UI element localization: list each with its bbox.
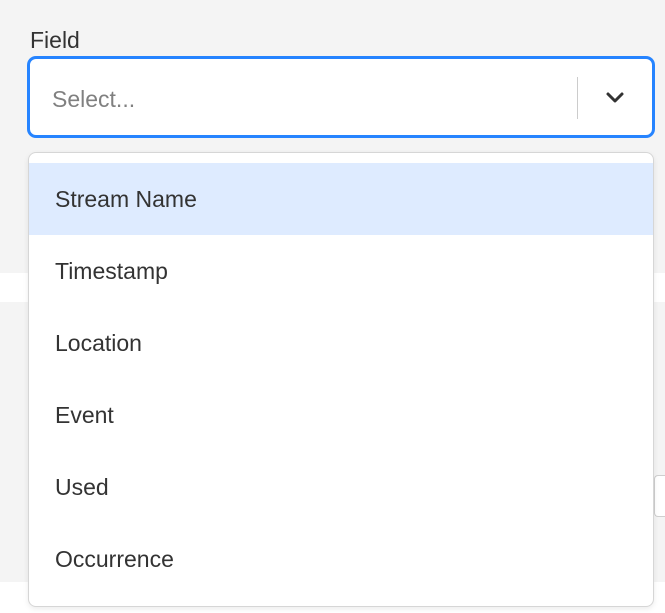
option-used[interactable]: Used [29,451,653,523]
option-timestamp[interactable]: Timestamp [29,235,653,307]
option-occurrence[interactable]: Occurrence [29,523,653,595]
field-select[interactable]: Select... [28,57,654,137]
option-location[interactable]: Location [29,307,653,379]
select-placeholder: Select... [52,86,136,112]
indicator-separator [577,77,578,119]
dropdown-indicator[interactable] [590,77,640,119]
field-label: Field [30,27,80,53]
background-input-edge [654,475,665,517]
option-stream-name[interactable]: Stream Name [29,163,653,235]
chevron-down-icon [606,92,624,103]
dropdown-menu: Stream Name Timestamp Location Event Use… [28,152,654,607]
option-event[interactable]: Event [29,379,653,451]
